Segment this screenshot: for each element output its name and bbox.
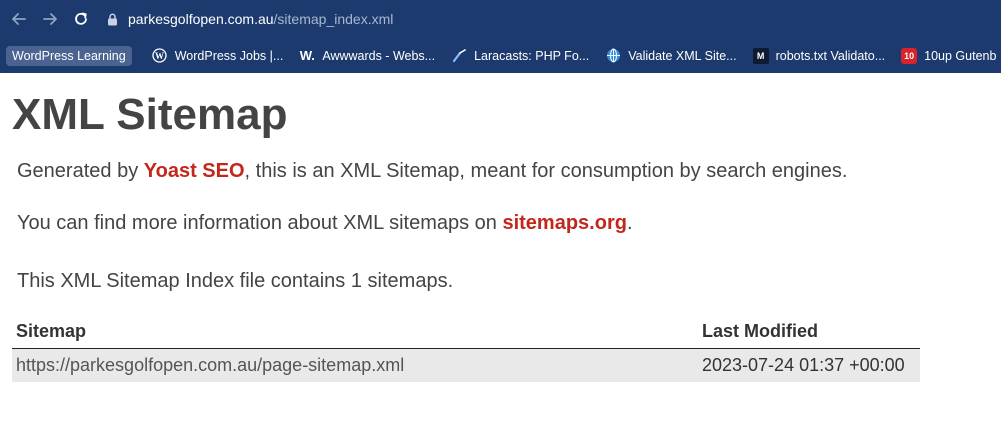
bookmark-label: Validate XML Site... <box>628 48 737 63</box>
page-title: XML Sitemap <box>12 90 288 139</box>
bookmark-label: WordPress Jobs |... <box>174 48 284 63</box>
last-modified-value: 2023-07-24 01:37 +00:00 <box>698 348 920 382</box>
url-path: /sitemap_index.xml <box>273 11 394 27</box>
notice-suffix: , this is an XML Sitemap, meant for cons… <box>244 160 848 182</box>
globe-icon <box>605 48 621 64</box>
table-row: https://parkesgolfopen.com.au/page-sitem… <box>12 348 920 382</box>
wordpress-icon: W <box>152 48 168 64</box>
url-host: parkesgolfopen.com.au <box>128 11 274 27</box>
browser-toolbar: parkesgolfopen.com.au/sitemap_index.xml <box>0 0 1001 38</box>
bookmark-validate-xml-sitemap[interactable]: Validate XML Site... <box>605 48 737 64</box>
bookmark-label: robots.txt Validato... <box>775 48 886 63</box>
info-suffix: . <box>626 212 633 234</box>
bookmarks-bar: WordPress Learning W WordPress Jobs |...… <box>0 38 1001 73</box>
arrow-left-icon <box>12 13 26 25</box>
bookmark-label: 10up Gutenb <box>924 48 997 63</box>
bookmark-awwwards[interactable]: W. Awwwards - Webs... <box>299 48 435 64</box>
sitemap-table: Sitemap Last Modified https://parkesgolf… <box>12 321 920 382</box>
info-prefix: You can find more information about XML … <box>17 212 503 234</box>
arrow-right-icon <box>43 13 57 25</box>
bookmark-wordpress-jobs[interactable]: W WordPress Jobs |... <box>152 48 284 64</box>
bookmark-label: Awwwards - Webs... <box>322 48 436 63</box>
notice-prefix: Generated by <box>17 160 144 182</box>
sitemap-count: This XML Sitemap Index file contains 1 s… <box>17 270 454 292</box>
bookmark-label: Laracasts: PHP Fo... <box>474 48 590 63</box>
browser-chrome: parkesgolfopen.com.au/sitemap_index.xml … <box>0 0 1001 73</box>
lock-icon <box>107 13 118 26</box>
tenup-icon: 10 <box>901 47 918 64</box>
bookmark-laracasts[interactable]: Laracasts: PHP Fo... <box>451 48 589 64</box>
back-button[interactable] <box>8 8 30 30</box>
bookmark-10up-gutenberg[interactable]: 10 10up Gutenb <box>901 47 997 64</box>
forward-button[interactable] <box>39 8 61 30</box>
laracasts-icon <box>451 48 467 64</box>
column-header-sitemap: Sitemap <box>12 321 698 349</box>
bookmark-folder-wordpress-learning[interactable]: WordPress Learning <box>6 45 132 66</box>
bookmark-robots-validator[interactable]: M robots.txt Validato... <box>752 47 886 64</box>
generator-notice: Generated by Yoast SEO, this is an XML S… <box>17 160 1001 183</box>
sitemaps-info: You can find more information about XML … <box>17 212 1001 235</box>
svg-text:W: W <box>155 51 164 61</box>
reload-button[interactable] <box>70 8 92 30</box>
sitemaps-org-link[interactable]: sitemaps.org <box>502 212 626 234</box>
table-header-row: Sitemap Last Modified <box>12 321 920 349</box>
page-content: XML Sitemap Generated by Yoast SEO, this… <box>0 89 1001 382</box>
column-header-last-modified: Last Modified <box>698 321 920 349</box>
yoast-seo-link[interactable]: Yoast SEO <box>144 160 245 182</box>
merkle-icon: M <box>752 47 769 64</box>
awwwards-icon: W. <box>299 48 315 63</box>
address-bar[interactable]: parkesgolfopen.com.au/sitemap_index.xml <box>107 5 393 33</box>
sitemap-link[interactable]: https://parkesgolfopen.com.au/page-sitem… <box>12 348 698 382</box>
reload-icon <box>75 12 87 25</box>
